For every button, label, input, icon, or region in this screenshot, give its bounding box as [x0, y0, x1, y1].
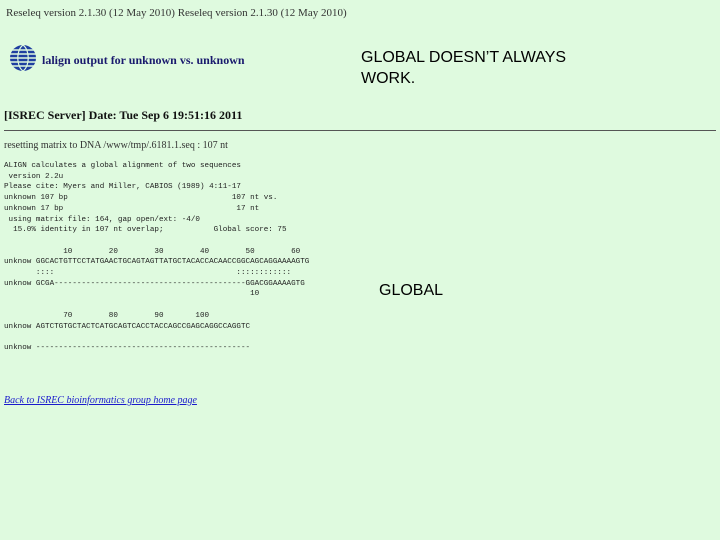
output-line: unknown 17 bp 17 nt: [4, 204, 260, 213]
output-line: unknow GCGA-----------------------------…: [4, 279, 305, 288]
version-header: Reseleq version 2.1.30 (12 May 2010) Res…: [6, 7, 347, 19]
output-line: Please cite: Myers and Miller, CABIOS (1…: [4, 183, 241, 192]
page-heading: lalign output for unknown vs. unknown: [42, 53, 245, 67]
output-line: unknown 107 bp 107 nt vs.: [4, 194, 278, 203]
server-date-line: [ISREC Server] Date: Tue Sep 6 19:51:16 …: [4, 108, 243, 122]
output-line: 10: [250, 290, 260, 299]
output-line: 10 20 30 40 50 60: [63, 247, 301, 256]
output-line: :::: ::::::::::::: [35, 269, 292, 278]
output-line: unknow AGTCTGTGCTACTCATGCAGTCACCTACCAGCC…: [4, 322, 251, 331]
output-line: unknow GGCACTGTTCCTATGAACTGCAGTAGTTATGCT…: [4, 258, 310, 267]
output-line: version 2.2u: [8, 172, 64, 181]
alignment-output: ALIGN calculates a global alignment of t…: [4, 161, 309, 354]
slide-title-note: GLOBAL DOESN’T ALWAYS WORK.: [361, 49, 567, 87]
global-label-note: GLOBAL: [379, 282, 444, 299]
output-line: using matrix file: 164, gap open/ext: -4…: [8, 215, 200, 224]
output-line: unknow ---------------------------------…: [4, 343, 251, 352]
home-page-link[interactable]: Back to ISREC bioinformatics group home …: [4, 395, 197, 406]
matrix-reset-line: resetting matrix to DNA /www/tmp/.6181.1…: [4, 140, 228, 151]
horizontal-divider: [4, 130, 716, 131]
output-line: 15.0% identity in 107 nt overlap; Global…: [13, 226, 287, 235]
output-line: ALIGN calculates a global alignment of t…: [4, 162, 241, 170]
output-line: 70 80 90 100: [63, 311, 210, 320]
isrec-globe-logo-icon: [10, 44, 36, 72]
